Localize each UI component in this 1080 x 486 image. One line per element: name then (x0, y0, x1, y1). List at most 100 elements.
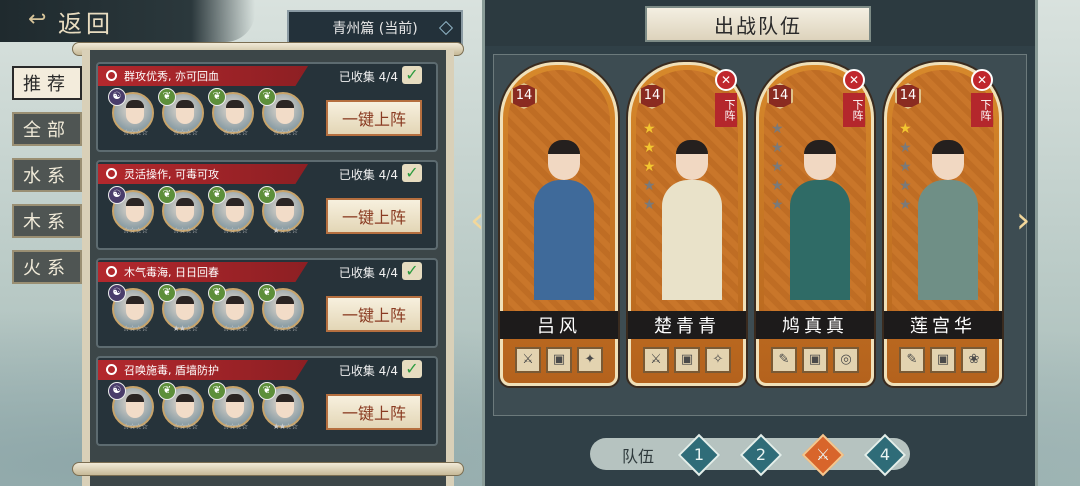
chapter-label: 青州篇 (当前) (332, 21, 418, 37)
back-button[interactable]: ↩ 返回 (0, 0, 255, 42)
avatar-stars: ☆☆☆☆ (172, 422, 199, 431)
hero-avatar[interactable]: ❦ ★★☆☆ (158, 284, 204, 333)
hero-avatar[interactable]: ☯ ☆☆☆☆ (108, 382, 154, 431)
checkmark-icon: ✓ (402, 66, 422, 84)
equipment-slot[interactable]: ▣ (930, 347, 956, 373)
avatar-stars: ☆☆☆☆ (122, 422, 149, 431)
hero-avatar[interactable]: ❦ ☆☆☆☆ (208, 186, 254, 235)
deploy-team-button[interactable]: 一键上阵 (326, 394, 422, 430)
avatar-stars: ★★☆☆ (272, 422, 299, 431)
hero-card[interactable]: 14 ★ ★ ★ ★ ★ ✕ 下阵 莲宫华 ✎ ▣ ❀ (884, 62, 1002, 386)
equipment-slot[interactable]: ✎ (899, 347, 925, 373)
leaf-element-icon: ❦ (158, 284, 176, 302)
avatar-stars: ☆☆☆☆ (172, 226, 199, 235)
hero-portrait (126, 296, 144, 320)
prev-arrow-icon[interactable]: ‹ (470, 203, 490, 240)
leaf-element-icon: ❦ (158, 382, 176, 400)
hero-card[interactable]: 14 吕风 ⚔ ▣ ✦ (500, 62, 618, 386)
star-icon: ★ (771, 140, 784, 156)
remove-from-team-button[interactable]: ✕ 下阵 (715, 69, 739, 127)
tab-fire[interactable]: 火系 (12, 250, 82, 284)
hero-avatar[interactable]: ☯ ☆☆☆☆ (108, 186, 154, 235)
yinyang-element-icon: ☯ (108, 88, 126, 106)
equipment-slot[interactable]: ✦ (577, 347, 603, 373)
panel-title: 出战队伍 (645, 6, 871, 42)
hero-avatar[interactable]: ❦ ☆☆☆☆ (158, 186, 204, 235)
next-arrow-icon[interactable]: › (1016, 203, 1036, 240)
avatar-stars: ★★☆☆ (172, 324, 199, 333)
hero-avatar[interactable]: ❦ ★☆☆☆ (258, 186, 304, 235)
hero-avatar[interactable]: ❦ ☆☆☆☆ (158, 382, 204, 431)
remove-from-team-button[interactable]: ✕ 下阵 (971, 69, 995, 127)
hero-portrait (176, 394, 194, 418)
hero-avatar[interactable]: ☯ ☆☆☆☆ (108, 88, 154, 137)
hero-avatar[interactable]: ❦ ☆☆☆☆ (208, 382, 254, 431)
equipment-slot[interactable]: ▣ (546, 347, 572, 373)
diamond-icon (438, 20, 454, 36)
equipment-row: ⚔ ▣ ✦ (515, 347, 603, 373)
hero-portrait (126, 100, 144, 124)
star-icon: ★ (643, 159, 656, 175)
team-row: 木气毒海, 日日回春 已收集 4/4 ✓ ☯ ☆☆☆☆ ❦ ★★☆☆ ❦ ☆☆☆… (96, 258, 438, 348)
deploy-team-button[interactable]: 一键上阵 (326, 198, 422, 234)
remove-from-team-button[interactable]: ✕ 下阵 (843, 69, 867, 127)
star-icon: ★ (899, 159, 912, 175)
leaf-element-icon: ❦ (208, 88, 226, 106)
hero-card[interactable]: 14 ★ ★ ★ ★ ★ ✕ 下阵 鸠真真 ✎ ▣ ◎ (756, 62, 874, 386)
equipment-slot[interactable]: ✎ (771, 347, 797, 373)
equipment-slot[interactable]: ⚔ (643, 347, 669, 373)
hero-avatar[interactable]: ❦ ☆☆☆☆ (208, 88, 254, 137)
hero-avatar[interactable]: ❦ ☆☆☆☆ (258, 284, 304, 333)
hero-avatar[interactable]: ❦ ★★☆☆ (258, 382, 304, 431)
hero-portrait (276, 198, 294, 222)
team-tag: 召唤施毒, 盾墙防护 (98, 360, 308, 380)
hero-portrait (126, 198, 144, 222)
equipment-slot[interactable]: ❀ (961, 347, 987, 373)
hero-portrait (176, 296, 194, 320)
tab-wood[interactable]: 木系 (12, 204, 82, 238)
hero-portrait (226, 198, 244, 222)
close-icon: ✕ (843, 69, 865, 91)
search-icon[interactable] (106, 364, 117, 375)
tab-recommend[interactable]: 推荐 (12, 66, 82, 100)
team-tag-text: 灵活操作, 可毒可攻 (124, 168, 219, 181)
avatar-stars: ☆☆☆☆ (222, 422, 249, 431)
scroll-rod-bottom (72, 462, 464, 476)
equipment-slot[interactable]: ⚔ (515, 347, 541, 373)
hero-portrait (126, 394, 144, 418)
search-icon[interactable] (106, 70, 117, 81)
cloud-back-icon: ↩ (28, 7, 47, 32)
hero-avatar[interactable]: ☯ ☆☆☆☆ (108, 284, 154, 333)
team-tag-text: 召唤施毒, 盾墙防护 (124, 364, 219, 377)
hero-figure (790, 130, 850, 300)
hero-avatar[interactable]: ❦ ☆☆☆☆ (158, 88, 204, 137)
remove-label: 下阵 (971, 93, 993, 127)
equipment-slot[interactable]: ✧ (705, 347, 731, 373)
equipment-slot[interactable]: ◎ (833, 347, 859, 373)
team-row: 灵活操作, 可毒可攻 已收集 4/4 ✓ ☯ ☆☆☆☆ ❦ ☆☆☆☆ ❦ ☆☆☆… (96, 160, 438, 250)
checkmark-icon: ✓ (402, 262, 422, 280)
tab-all[interactable]: 全部 (12, 112, 82, 146)
star-rating: ★ ★ ★ ★ ★ (899, 121, 912, 213)
hero-card[interactable]: 14 ★ ★ ★ ★ ★ ✕ 下阵 楚青青 ⚔ ▣ ✧ (628, 62, 746, 386)
hero-portrait (226, 394, 244, 418)
search-icon[interactable] (106, 266, 117, 277)
hero-portrait (276, 100, 294, 124)
star-icon: ★ (899, 197, 912, 213)
star-rating: ★ ★ ★ ★ ★ (643, 121, 656, 213)
search-icon[interactable] (106, 168, 117, 179)
hero-portrait (176, 100, 194, 124)
hero-avatar[interactable]: ❦ ☆☆☆☆ (258, 88, 304, 137)
deploy-team-button[interactable]: 一键上阵 (326, 296, 422, 332)
team-label: 队伍 (622, 447, 655, 466)
tab-water[interactable]: 水系 (12, 158, 82, 192)
equipment-slot[interactable]: ▣ (674, 347, 700, 373)
hero-name: 吕风 (500, 311, 618, 339)
star-icon: ★ (643, 121, 656, 137)
equipment-slot[interactable]: ▣ (802, 347, 828, 373)
deploy-team-button[interactable]: 一键上阵 (326, 100, 422, 136)
chapter-selector[interactable]: 青州篇 (当前) (287, 10, 463, 46)
team-members: ☯ ☆☆☆☆ ❦ ☆☆☆☆ ❦ ☆☆☆☆ ❦ ★☆☆☆ (108, 186, 304, 235)
hero-avatar[interactable]: ❦ ☆☆☆☆ (208, 284, 254, 333)
collected-count: 已收集 4/4 (338, 364, 398, 378)
